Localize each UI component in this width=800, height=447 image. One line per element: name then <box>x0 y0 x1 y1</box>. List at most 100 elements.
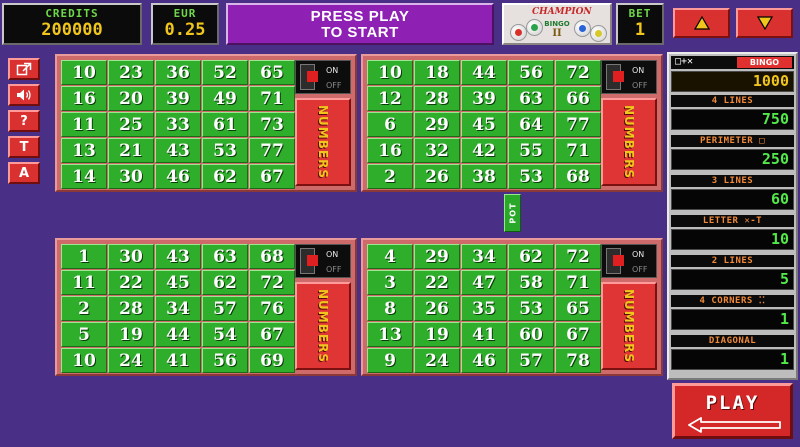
card-cell: 65 <box>249 60 295 85</box>
logo-subtitle: BINGO <box>544 20 570 28</box>
card-cell: 45 <box>461 112 507 137</box>
paytable-label-4-corners: 4 CORNERS ⁚⁚ <box>671 295 794 307</box>
switch-off-label: OFF <box>632 265 648 274</box>
card-cell: 41 <box>461 322 507 347</box>
top-bar: CREDITS 200000 EUR 0.25 PRESS PLAY TO ST… <box>0 0 800 48</box>
card-cell: 77 <box>249 138 295 163</box>
card-cell: 39 <box>461 86 507 111</box>
card-cell: 12 <box>367 86 413 111</box>
paytable-value-4-corners: 1 <box>671 309 794 330</box>
numbers-button[interactable]: NUMBERS <box>601 282 657 370</box>
card-on-off-switch[interactable]: ON OFF <box>601 60 657 94</box>
paytable-value-diagonal: 1 <box>671 349 794 370</box>
card-cell: 55 <box>508 138 554 163</box>
bingo-card-4: 4 29 34 62 72 3 22 47 58 71 8 26 35 53 65 13 19 41 60 67 9 24… <box>361 238 663 376</box>
card-cell: 35 <box>461 296 507 321</box>
card-cell: 46 <box>461 348 507 373</box>
bingo-card-2: 10 18 44 56 72 12 28 39 63 66 6 29 45 64 77 16 32 42 55 71 2… <box>361 54 663 192</box>
t-button[interactable]: T <box>8 136 40 158</box>
card-cell: 67 <box>555 322 601 347</box>
currency-display: EUR 0.25 <box>151 3 219 45</box>
card-cell: 10 <box>61 60 107 85</box>
card-cell: 57 <box>508 348 554 373</box>
paytable-label-perimeter: PERIMETER □ <box>671 135 794 147</box>
card-cell: 44 <box>155 322 201 347</box>
currency-value: 0.25 <box>164 20 206 40</box>
card-cell: 62 <box>508 244 554 269</box>
credits-value: 200000 <box>41 20 103 40</box>
switch-on-label: ON <box>632 250 645 259</box>
game-logo: CHAMPION BINGO II <box>502 3 612 45</box>
a-button[interactable]: A <box>8 162 40 184</box>
card-cell: 47 <box>461 270 507 295</box>
card-cell: 19 <box>414 322 460 347</box>
card-cell: 11 <box>61 112 107 137</box>
numbers-button[interactable]: NUMBERS <box>601 98 657 186</box>
help-button[interactable]: ? <box>8 110 40 132</box>
card-cell: 24 <box>414 348 460 373</box>
bingo-card-1: 10 23 36 52 65 16 20 39 49 71 11 25 33 61 73 13 21 43 53 77… <box>55 54 357 192</box>
card-cell: 46 <box>155 164 201 189</box>
card-cell: 2 <box>61 296 107 321</box>
pot-indicator: POT <box>504 194 521 232</box>
card-cell: 34 <box>155 296 201 321</box>
switch-on-label: ON <box>632 66 645 75</box>
fullscreen-button[interactable] <box>8 58 40 80</box>
card-on-off-switch[interactable]: ON OFF <box>295 244 351 278</box>
paytable-value-perimeter: 250 <box>671 149 794 170</box>
paytable-header: □+✕ BINGO <box>671 56 794 69</box>
paytable-label-letter-x-t: LETTER ✕-T <box>671 215 794 227</box>
card-cell: 21 <box>108 138 154 163</box>
switch-slot <box>300 248 318 274</box>
status-message: PRESS PLAY TO START <box>226 3 494 45</box>
card-cell: 76 <box>249 296 295 321</box>
switch-off-label: OFF <box>326 81 342 90</box>
switch-lever <box>307 255 318 266</box>
bet-display: BET 1 <box>616 3 664 45</box>
paytable: □+✕ BINGO 1000 4 LINES 750 PERIMETER □ 2… <box>667 52 798 380</box>
card-cell: 29 <box>414 244 460 269</box>
card-cell: 62 <box>202 164 248 189</box>
play-button[interactable]: PLAY <box>672 383 793 439</box>
card-cell: 13 <box>61 138 107 163</box>
card-cell: 3 <box>367 270 413 295</box>
card-cell: 30 <box>108 164 154 189</box>
card-cell: 65 <box>555 296 601 321</box>
card-on-off-switch[interactable]: ON OFF <box>601 244 657 278</box>
pot-label: POT <box>508 202 517 224</box>
sound-button[interactable] <box>8 84 40 106</box>
message-line-1: PRESS PLAY <box>310 8 410 25</box>
card-cell: 22 <box>414 270 460 295</box>
card-cell: 4 <box>367 244 413 269</box>
paytable-label-diagonal: DIAGONAL <box>671 335 794 347</box>
card-cell: 38 <box>461 164 507 189</box>
card-cell: 18 <box>414 60 460 85</box>
card-cell: 67 <box>249 322 295 347</box>
card-cell: 69 <box>249 348 295 373</box>
card-cell: 28 <box>108 296 154 321</box>
numbers-label: NUMBERS <box>622 105 636 179</box>
card-cell: 1 <box>61 244 107 269</box>
card-cell: 13 <box>367 322 413 347</box>
credits-label: CREDITS <box>45 7 99 20</box>
card-cell: 49 <box>202 86 248 111</box>
numbers-button[interactable]: NUMBERS <box>295 98 351 186</box>
card-cell: 64 <box>508 112 554 137</box>
bet-up-button[interactable] <box>673 8 730 38</box>
card-cell: 67 <box>249 164 295 189</box>
card-grid: 10 23 36 52 65 16 20 39 49 71 11 25 33 61 73 13 21 43 53 77… <box>61 60 295 189</box>
card-cell: 29 <box>414 112 460 137</box>
card-on-off-switch[interactable]: ON OFF <box>295 60 351 94</box>
arrow-up-icon <box>693 16 710 30</box>
card-cell: 62 <box>202 270 248 295</box>
bingo-ball-icon <box>574 20 591 37</box>
card-cell: 25 <box>108 112 154 137</box>
bet-value: 1 <box>634 20 646 40</box>
numbers-button[interactable]: NUMBERS <box>295 282 351 370</box>
logo-title: CHAMPION <box>532 7 592 17</box>
card-cell: 57 <box>202 296 248 321</box>
card-cell: 20 <box>108 86 154 111</box>
bet-down-button[interactable] <box>736 8 793 38</box>
play-label: PLAY <box>705 392 760 414</box>
card-cell: 53 <box>508 296 554 321</box>
